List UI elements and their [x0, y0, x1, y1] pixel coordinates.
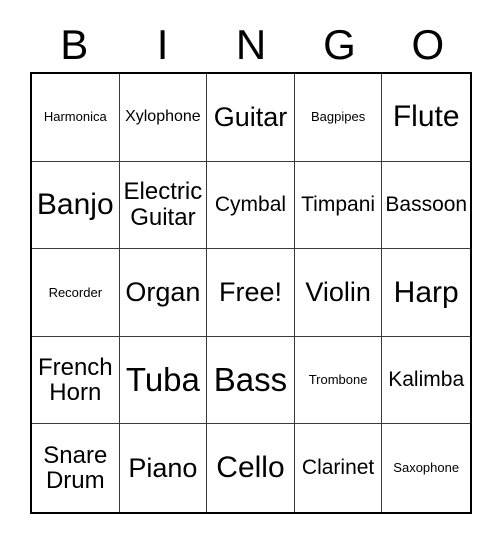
bingo-cell[interactable]: Xylophone [119, 74, 208, 162]
bingo-header-letter-o: O [411, 21, 445, 68]
bingo-cell[interactable]: French Horn [32, 336, 120, 425]
bingo-cell[interactable]: Electric Guitar [119, 161, 208, 250]
bingo-cell-label: French Horn [37, 353, 113, 407]
bingo-cell[interactable]: Recorder [32, 249, 120, 337]
bingo-cell-label: Saxophone [393, 460, 460, 476]
bingo-header: BINGO [30, 18, 472, 72]
bingo-header-letter-g: G [323, 21, 356, 68]
bingo-header-letter-b: B [60, 21, 89, 68]
bingo-cell[interactable]: Kalimba [382, 336, 470, 425]
bingo-cell[interactable]: Organ [119, 249, 208, 337]
bingo-cell[interactable]: Clarinet [294, 424, 383, 512]
bingo-free-space[interactable]: Free! [207, 249, 295, 337]
bingo-cell[interactable]: Banjo [32, 161, 120, 250]
bingo-cell-label: Timpani [301, 192, 376, 216]
bingo-cell[interactable]: Harp [382, 249, 470, 337]
bingo-cell[interactable]: Bagpipes [294, 74, 383, 162]
bingo-cell-label: Piano [128, 452, 198, 483]
bingo-header-letter-i: I [156, 21, 169, 68]
bingo-cell-label: Harmonica [43, 109, 107, 125]
bingo-cell-label: Cello [216, 451, 285, 485]
bingo-grid: Harmonica Xylophone Guitar Bagpipes Flute Ban… [30, 72, 472, 514]
bingo-cell-label: Harp [393, 275, 459, 309]
bingo-cell[interactable]: Cello [207, 424, 295, 512]
bingo-cell[interactable]: Bassoon [382, 161, 470, 250]
bingo-cell-label: Violin [305, 277, 371, 308]
bingo-card: B I N G O Harmonica Xylophone Guitar Bagpipes Fl… [0, 0, 500, 544]
bingo-cell-label: Cymbal [214, 192, 287, 216]
bingo-cell[interactable]: Trombone [294, 336, 383, 425]
bingo-cell[interactable]: Saxophone [382, 424, 470, 512]
bingo-cell[interactable]: Flute [382, 74, 470, 162]
bingo-cell-label: Bagpipes [310, 109, 366, 125]
bingo-cell-label: Tuba [125, 360, 200, 398]
bingo-cell[interactable]: Snare Drum [32, 424, 120, 512]
bingo-cell-label: Snare Drum [43, 441, 108, 495]
bingo-cell-label: Trombone [308, 372, 368, 388]
bingo-cell-label: Electric Guitar [123, 178, 203, 231]
bingo-cell-label: Guitar [213, 101, 288, 132]
bingo-cell[interactable]: Tuba [119, 336, 208, 425]
bingo-cell-label: Xylophone [125, 107, 201, 125]
bingo-cell-label: Recorder [48, 284, 103, 300]
bingo-cell[interactable]: Piano [119, 424, 208, 512]
bingo-cell-label: Free! [218, 277, 282, 308]
bingo-cell-label: Banjo [36, 187, 114, 221]
bingo-cell[interactable]: Bass [207, 336, 295, 425]
bingo-cell-label: Clarinet [301, 456, 375, 480]
bingo-cell[interactable]: Cymbal [207, 161, 295, 250]
bingo-cell[interactable]: Violin [294, 249, 383, 337]
bingo-cell-label: Kalimba [388, 367, 465, 391]
bingo-cell[interactable]: Guitar [207, 74, 295, 162]
bingo-cell-label: Bassoon [385, 192, 468, 216]
bingo-cell[interactable]: Timpani [294, 161, 383, 250]
bingo-cell-label: Flute [392, 100, 460, 134]
bingo-cell[interactable]: Harmonica [32, 74, 120, 162]
bingo-cell-label: Organ [125, 277, 201, 308]
bingo-cell-label: Bass [213, 360, 288, 398]
bingo-header-letter-n: N [235, 21, 267, 68]
